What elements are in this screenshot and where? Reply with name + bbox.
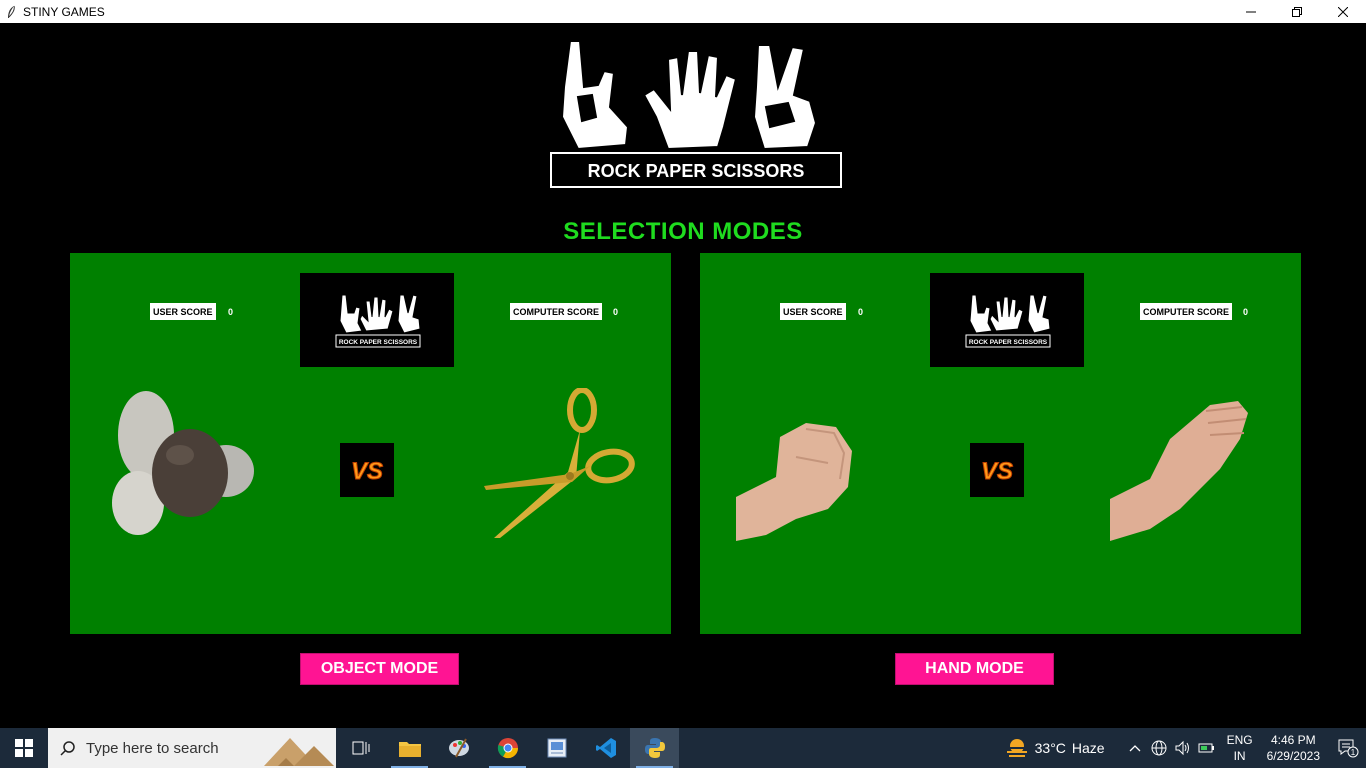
window-title: STINY GAMES: [23, 4, 105, 19]
region-code: IN: [1233, 749, 1246, 763]
computer-score-value: 0: [1243, 306, 1249, 317]
taskbar-search-box[interactable]: Type here to search: [48, 728, 336, 768]
clock-time: 4:46 PM: [1270, 733, 1316, 747]
photos-icon: [547, 738, 566, 758]
clock-date: 6/29/2023: [1266, 749, 1320, 763]
language-code: ENG: [1226, 733, 1253, 747]
file-explorer-icon: [398, 742, 421, 757]
selection-modes-heading: SELECTION MODES: [563, 218, 803, 245]
object-mode-panel: USER SCORE 0 ROCK PAPER SCISSORS COMPUTE…: [70, 253, 671, 634]
computer-score-value: 0: [613, 306, 619, 317]
globe-icon: [1151, 740, 1167, 756]
python-button[interactable]: [630, 728, 679, 768]
hand-mode-panel: USER SCORE 0 ROCK PAPER SCISSORS COMPUTE…: [700, 253, 1301, 634]
search-icon: [60, 741, 75, 756]
mini-logo-text: ROCK PAPER SCISSORS: [969, 339, 1048, 346]
vscode-button[interactable]: [581, 728, 630, 768]
paint-icon: [448, 738, 469, 758]
minimize-icon: [1246, 11, 1256, 12]
speaker-icon: [1175, 740, 1189, 756]
rock-image: [112, 391, 254, 535]
windows-icon: [15, 739, 33, 757]
close-icon: [1338, 6, 1348, 17]
weather-text: Haze: [1071, 740, 1105, 756]
vs-icon: VS: [980, 458, 1013, 486]
haze-icon: [1006, 739, 1027, 757]
user-score-label: USER SCORE: [780, 303, 846, 320]
app-area: ROCK PAPER SCISSORS SELECTION MODES USER…: [0, 23, 1366, 728]
python-icon: [644, 738, 665, 758]
svg-text:VS: VS: [981, 458, 1013, 485]
language-indicator[interactable]: ENG IN: [1227, 732, 1253, 764]
photos-button[interactable]: [532, 728, 581, 768]
pyramids-icon: [264, 738, 334, 766]
object-mode-button[interactable]: OBJECT MODE: [300, 653, 459, 685]
app-icon: [2, 0, 20, 23]
task-view-icon: [352, 741, 369, 755]
start-button[interactable]: [0, 728, 48, 768]
battery-button[interactable]: [1195, 728, 1219, 768]
minimize-button[interactable]: [1228, 0, 1274, 23]
restore-icon: [1292, 6, 1302, 17]
logo-text: ROCK PAPER SCISSORS: [588, 161, 805, 181]
chrome-button[interactable]: [483, 728, 532, 768]
chrome-icon: [497, 738, 518, 759]
user-score-value: 0: [858, 306, 864, 317]
hand-mode-button[interactable]: HAND MODE: [895, 653, 1054, 685]
weather-widget[interactable]: 33°C Haze: [1005, 738, 1105, 758]
scissors-image: [484, 388, 635, 538]
vs-badge: VS: [340, 443, 394, 497]
restore-button[interactable]: [1274, 0, 1320, 23]
clock[interactable]: 4:46 PM 6/29/2023: [1267, 732, 1320, 764]
open-hand-image: [1110, 401, 1248, 541]
computer-score-label: COMPUTER SCORE: [510, 303, 603, 320]
vs-badge: VS: [970, 443, 1024, 497]
mini-logo: ROCK PAPER SCISSORS: [300, 273, 454, 367]
vs-icon: VS: [350, 458, 383, 486]
game-logo: ROCK PAPER SCISSORS: [548, 37, 844, 191]
file-explorer-button[interactable]: [385, 728, 434, 768]
system-tray: 33°C Haze ENG IN 4:46 PM 6/29/2023 1: [1005, 728, 1366, 768]
battery-icon: [1198, 743, 1214, 753]
network-button[interactable]: [1147, 728, 1171, 768]
hands-logo-icon: ROCK PAPER SCISSORS: [965, 294, 1051, 348]
fist-image: [736, 423, 852, 541]
mini-logo: ROCK PAPER SCISSORS: [930, 273, 1084, 367]
hands-logo-icon: ROCK PAPER SCISSORS: [335, 294, 421, 348]
notification-center-button[interactable]: 1: [1330, 728, 1366, 768]
chevron-up-icon: [1129, 745, 1141, 752]
title-bar: STINY GAMES: [0, 0, 1366, 23]
notification-icon: 1: [1338, 739, 1359, 758]
notification-count: 1: [1351, 748, 1356, 757]
vscode-icon: [595, 738, 616, 758]
search-placeholder: Type here to search: [86, 739, 219, 757]
taskbar: Type here to search 33°C Haze ENG IN 4:4…: [0, 728, 1366, 768]
mini-logo-text: ROCK PAPER SCISSORS: [339, 339, 418, 346]
computer-score-label: COMPUTER SCORE: [1140, 303, 1233, 320]
hands-logo-icon: ROCK PAPER SCISSORS: [550, 40, 842, 188]
volume-button[interactable]: [1171, 728, 1195, 768]
paint-button[interactable]: [434, 728, 483, 768]
show-hidden-icons-button[interactable]: [1123, 728, 1147, 768]
user-score-label: USER SCORE: [150, 303, 216, 320]
user-score-value: 0: [228, 306, 234, 317]
task-view-button[interactable]: [336, 728, 385, 768]
weather-temp: 33°C: [1034, 740, 1066, 756]
close-button[interactable]: [1320, 0, 1366, 23]
svg-text:VS: VS: [351, 458, 383, 485]
